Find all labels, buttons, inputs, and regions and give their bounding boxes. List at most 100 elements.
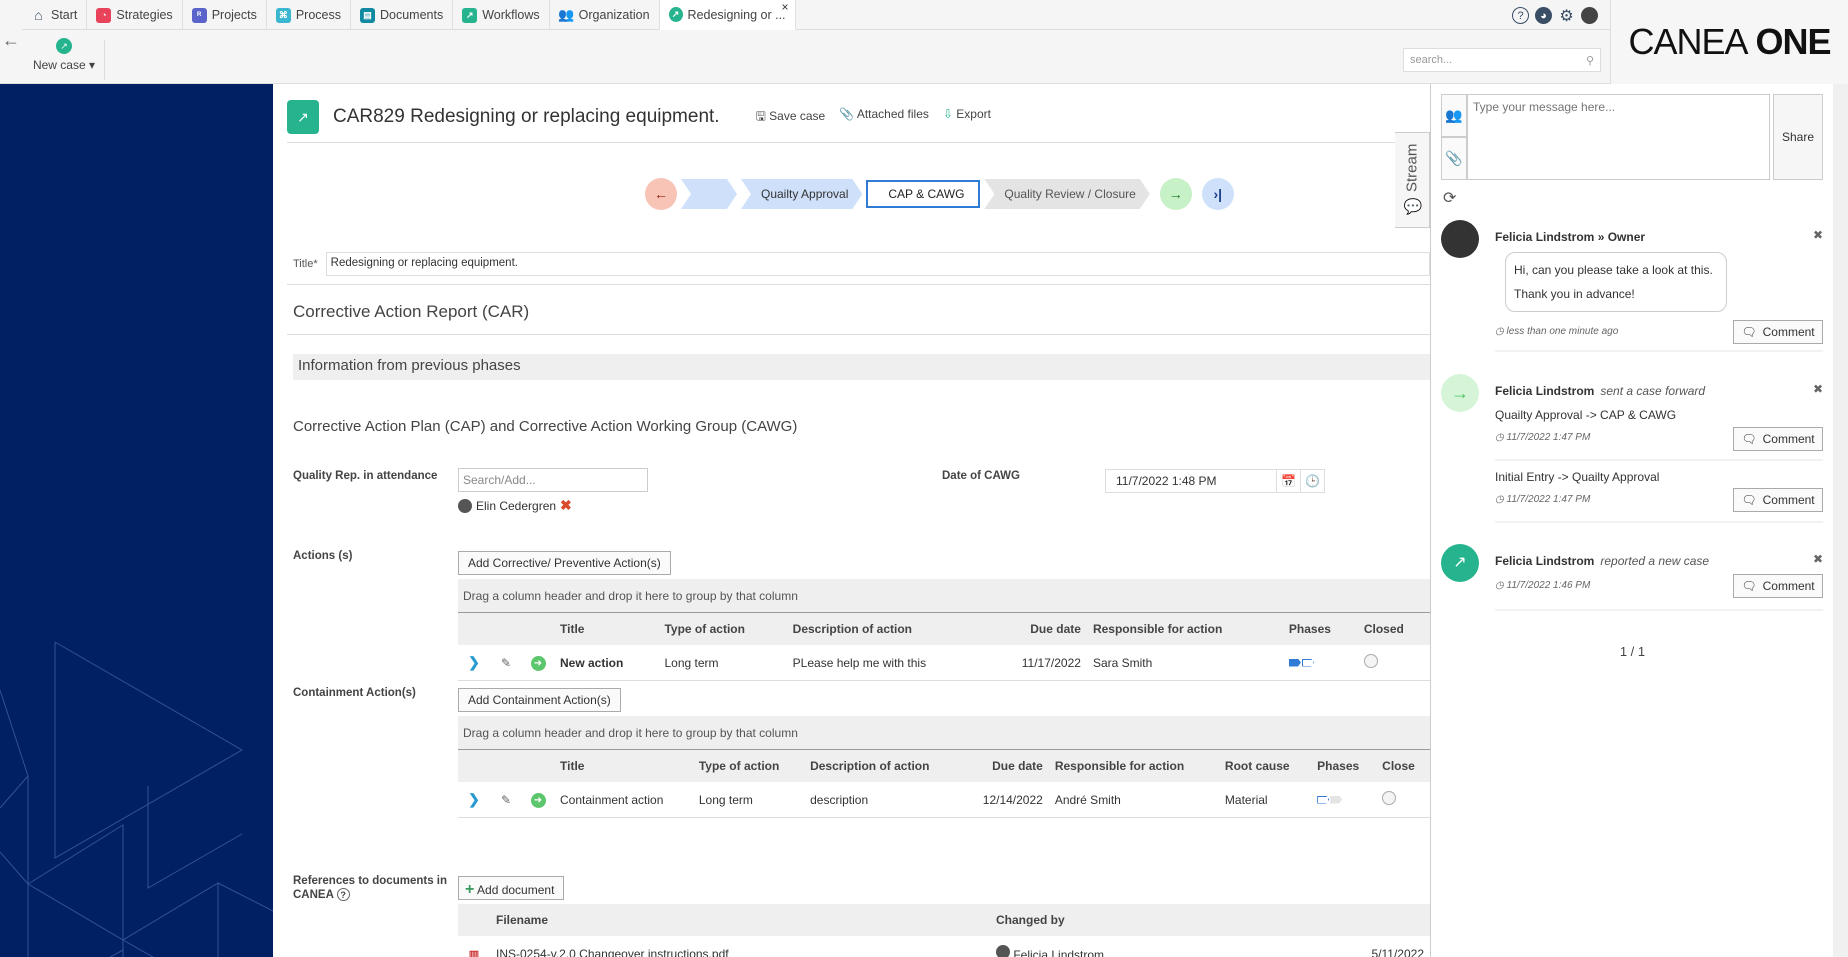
- projects-icon: ᴿ: [192, 8, 207, 23]
- refresh-icon[interactable]: ⟳: [1443, 188, 1456, 208]
- help-icon[interactable]: ?: [1512, 7, 1529, 24]
- comment-button[interactable]: 🗨Comment: [1733, 320, 1823, 344]
- column-header[interactable]: Phases: [1311, 750, 1376, 782]
- quality-rep-label: Quality Rep. in attendance: [293, 470, 437, 482]
- edit-pencil-icon[interactable]: ✎: [501, 793, 511, 807]
- user-avatar[interactable]: [1581, 7, 1598, 24]
- title-input[interactable]: Redesigning or replacing equipment.: [326, 252, 1430, 276]
- column-header[interactable]: Responsible for action: [1049, 750, 1219, 782]
- column-header[interactable]: Title: [554, 750, 693, 782]
- previous-phase-button[interactable]: ←: [645, 178, 677, 210]
- document-link[interactable]: INS-0254-v.2.0 Changeover instructions.p…: [490, 936, 990, 957]
- divider: [1495, 459, 1823, 461]
- quality-rep-person: Elin Cedergren ✖: [458, 497, 572, 514]
- tab-workflows[interactable]: ↗Workflows: [453, 0, 549, 30]
- tab-projects[interactable]: ᴿProjects: [183, 0, 267, 30]
- help-icon[interactable]: ?: [337, 888, 350, 901]
- clock-icon[interactable]: 🕒: [1300, 470, 1324, 492]
- stream-tab[interactable]: 💬 Stream: [1395, 132, 1430, 228]
- remove-person-icon[interactable]: ✖: [560, 497, 572, 514]
- section-previous-phases[interactable]: Information from previous phases: [293, 354, 1430, 380]
- new-case-button[interactable]: ↗ New case ▾: [30, 38, 98, 72]
- column-header[interactable]: Root cause: [1219, 750, 1311, 782]
- open-arrow-icon[interactable]: ➜: [531, 656, 546, 671]
- back-arrow-icon[interactable]: ←: [2, 30, 20, 51]
- search-icon[interactable]: ⚲: [1586, 54, 1594, 67]
- tab-process[interactable]: ⌘Process: [267, 0, 351, 30]
- attached-files-button[interactable]: 📎 Attached files: [839, 107, 929, 128]
- tab-case[interactable]: ↗Redesigning or ...×: [660, 0, 796, 30]
- tab-strategies[interactable]: ◔Strategies: [87, 0, 182, 30]
- case-form: ↗ CAR829 Redesigning or replacing equipm…: [273, 84, 1430, 957]
- expand-chevron-icon[interactable]: ❯: [468, 791, 480, 807]
- dropdown-caret-icon: ▾: [89, 58, 95, 72]
- column-header[interactable]: Title: [554, 613, 658, 645]
- column-header[interactable]: Phases: [1283, 613, 1358, 645]
- stream-entry: ↗ Felicia Lindstromreported a new case ✖…: [1441, 544, 1823, 614]
- gear-icon[interactable]: ⚙: [1558, 7, 1575, 24]
- calendar-icon[interactable]: 📅: [1276, 470, 1300, 492]
- search-input[interactable]: search... ⚲: [1403, 48, 1601, 72]
- close-tab-icon[interactable]: ×: [782, 0, 789, 14]
- phase-cap-cawg[interactable]: CAP & CAWG: [866, 180, 980, 208]
- delete-entry-icon[interactable]: ✖: [1813, 552, 1823, 566]
- toolbar-divider: [104, 40, 105, 80]
- column-header[interactable]: Description of action: [804, 750, 962, 782]
- palette-icon[interactable]: ◕: [1535, 7, 1552, 24]
- forward-arrow-icon: →: [1441, 374, 1479, 412]
- tab-start[interactable]: ⌂Start: [22, 0, 87, 30]
- column-header[interactable]: Due date: [988, 613, 1087, 645]
- next-phase-button[interactable]: →: [1160, 178, 1192, 210]
- date-input[interactable]: 11/7/2022 1:48 PM 📅 🕒: [1105, 469, 1325, 493]
- expand-chevron-icon[interactable]: ❯: [468, 654, 480, 670]
- column-header[interactable]: Type of action: [693, 750, 804, 782]
- message-side-buttons: 👥 📎: [1441, 94, 1467, 180]
- add-containment-action-button[interactable]: Add Containment Action(s): [458, 688, 621, 712]
- module-tabs: ⌂Start ◔Strategies ᴿProjects ⌘Process ▤D…: [22, 0, 1610, 30]
- plus-icon: +: [465, 881, 474, 898]
- delete-entry-icon[interactable]: ✖: [1813, 228, 1823, 242]
- edit-pencil-icon[interactable]: ✎: [501, 656, 511, 670]
- phase-bar: ← Quailty Approval CAP & CAWG Quality Re…: [645, 178, 1234, 210]
- column-header[interactable]: Close: [1376, 750, 1430, 782]
- comment-button[interactable]: 🗨Comment: [1733, 427, 1823, 451]
- column-header[interactable]: Responsible for action: [1087, 613, 1283, 645]
- column-header[interactable]: Description of action: [787, 613, 989, 645]
- case-icon: ↗: [669, 7, 683, 22]
- add-document-button[interactable]: + Add document: [458, 876, 564, 900]
- comment-button[interactable]: 🗨Comment: [1733, 488, 1823, 512]
- mention-users-icon[interactable]: 👥: [1441, 94, 1467, 137]
- section-title-cap: Corrective Action Plan (CAP) and Correct…: [293, 418, 797, 435]
- phase-quality-review[interactable]: Quality Review / Closure: [984, 179, 1149, 209]
- last-phase-button[interactable]: ›|: [1202, 178, 1234, 210]
- paperclip-icon: 📎: [839, 107, 854, 121]
- scrollbar[interactable]: [1833, 84, 1848, 957]
- background-pattern: [0, 84, 273, 957]
- share-button[interactable]: Share: [1773, 94, 1823, 180]
- add-corrective-action-button[interactable]: Add Corrective/ Preventive Action(s): [458, 551, 671, 575]
- tab-documents[interactable]: ▤Documents: [351, 0, 453, 30]
- save-case-button[interactable]: 🖫 Save case: [756, 107, 826, 128]
- phase-initial[interactable]: [681, 179, 737, 209]
- closed-radio[interactable]: [1364, 654, 1378, 668]
- phase-quality-approval[interactable]: Quailty Approval: [741, 179, 862, 209]
- table-row: ▥ INS-0254-v.2.0 Changeover instructions…: [458, 936, 1430, 957]
- column-header[interactable]: Filename: [490, 904, 990, 936]
- open-arrow-icon[interactable]: ➜: [531, 793, 546, 808]
- column-header[interactable]: Due date: [962, 750, 1049, 782]
- delete-entry-icon[interactable]: ✖: [1813, 382, 1823, 396]
- column-header[interactable]: Closed: [1358, 613, 1430, 645]
- column-header[interactable]: Type of action: [658, 613, 786, 645]
- attach-paperclip-icon[interactable]: 📎: [1441, 137, 1467, 180]
- phase-progress-indicator: [1317, 796, 1342, 804]
- timestamp: ◷ less than one minute ago: [1495, 326, 1618, 337]
- closed-radio[interactable]: [1382, 791, 1396, 805]
- message-input[interactable]: [1467, 94, 1770, 180]
- table-row: ❯ ✎ ➜ Containment action Long term descr…: [458, 782, 1430, 818]
- quality-rep-search-input[interactable]: Search/Add...: [458, 468, 648, 492]
- export-button[interactable]: ⇩ Export: [943, 107, 991, 128]
- comment-button[interactable]: 🗨Comment: [1733, 574, 1823, 598]
- column-header[interactable]: Changed by: [990, 904, 1276, 936]
- tab-organization[interactable]: 👥Organization: [550, 0, 660, 30]
- process-icon: ⌘: [276, 8, 291, 23]
